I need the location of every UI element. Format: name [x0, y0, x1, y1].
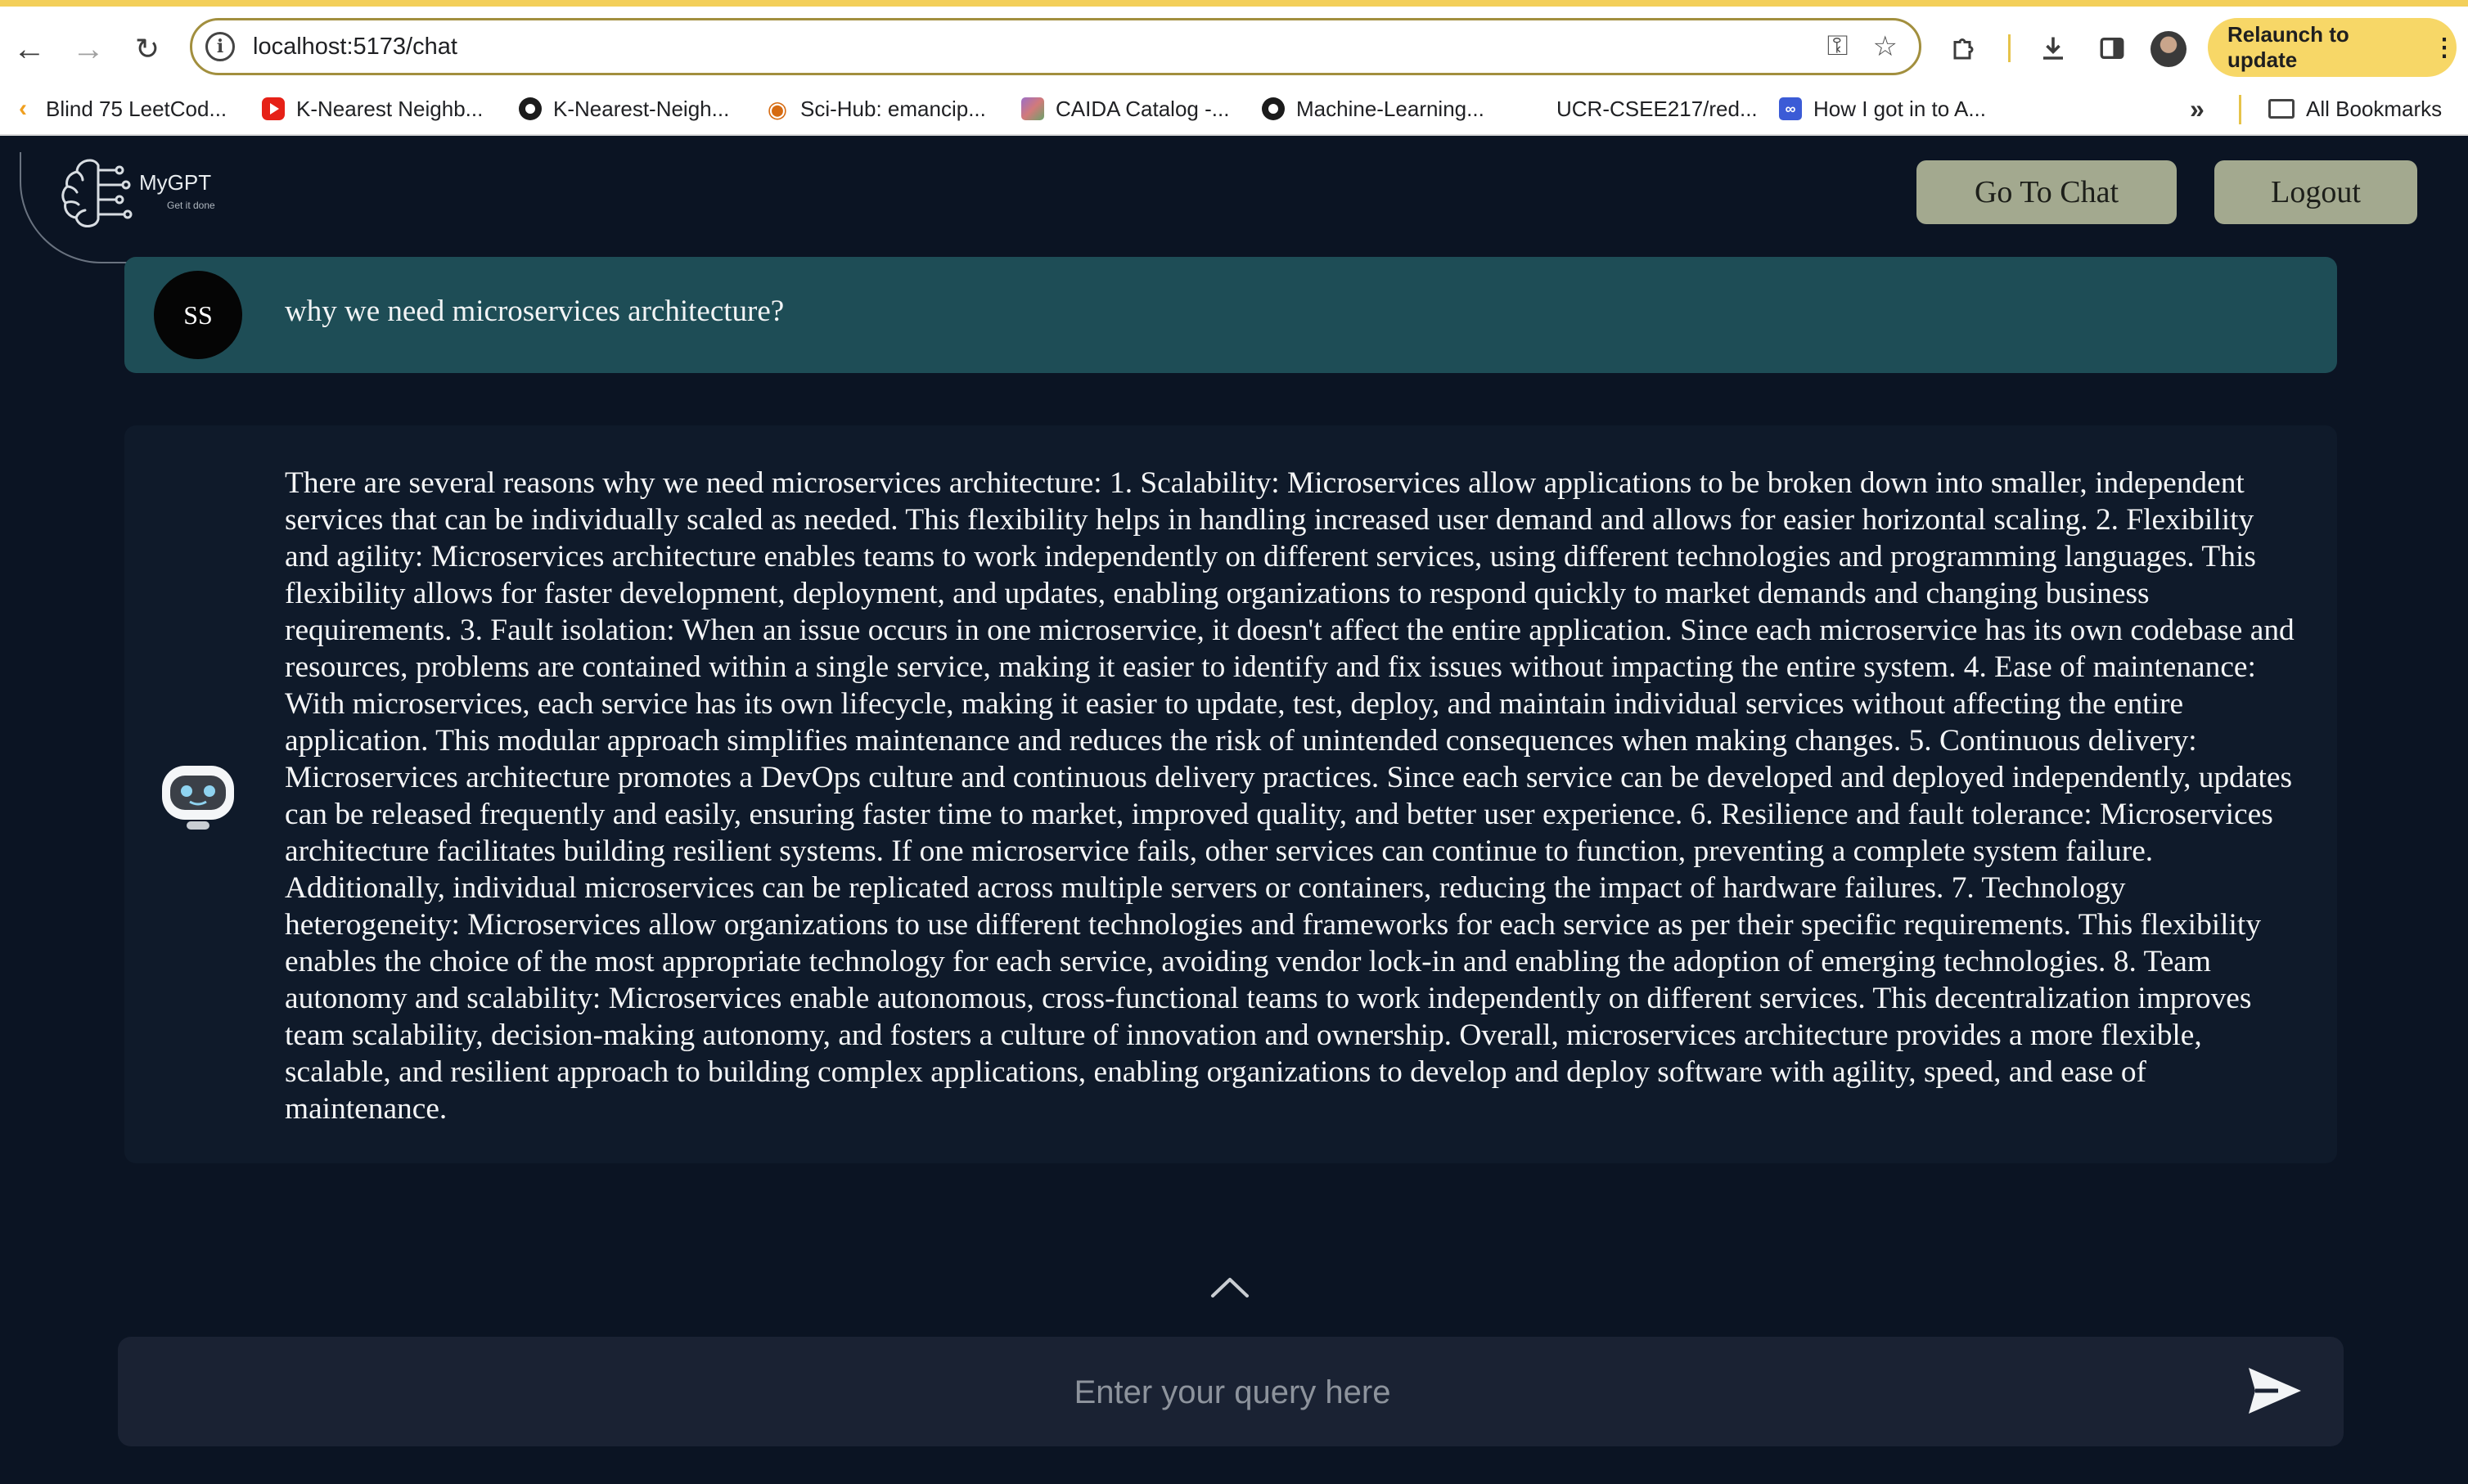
infinity-icon: ∞: [1779, 97, 1802, 120]
bookmark-label: Blind 75 LeetCod...: [46, 96, 227, 121]
query-composer: [118, 1337, 2347, 1448]
profile-avatar[interactable]: [2150, 31, 2187, 67]
menu-dots-icon: ⋮: [2432, 34, 2457, 61]
bookmark-label: Machine-Learning...: [1296, 96, 1484, 121]
logo-title: MyGPT: [139, 170, 212, 195]
bookmark-label: Sci-Hub: emancip...: [800, 96, 986, 121]
logo-subtitle: Get it done: [167, 200, 215, 211]
site-info-icon[interactable]: i: [205, 32, 235, 61]
brain-logo-icon[interactable]: [57, 154, 139, 232]
bookmarks-divider: [2239, 95, 2241, 124]
bookmark-item[interactable]: K-Nearest Neighb...: [262, 90, 483, 128]
bookmark-item[interactable]: Machine-Learning...: [1262, 90, 1484, 128]
bookmark-item[interactable]: UCR-CSEE217/red...: [1556, 90, 1758, 128]
bookmark-label: CAIDA Catalog -...: [1056, 96, 1230, 121]
reload-icon[interactable]: ↻: [121, 23, 173, 75]
caida-icon: [1021, 97, 1044, 120]
back-icon[interactable]: ←: [3, 23, 56, 75]
user-message-card: SS why we need microservices architectur…: [124, 257, 2337, 373]
bookmark-item[interactable]: ‹ Blind 75 LeetCod...: [11, 90, 227, 128]
download-icon[interactable]: [2029, 25, 2077, 72]
bookmark-item[interactable]: CAIDA Catalog -...: [1021, 90, 1229, 128]
bookmark-star-icon[interactable]: ☆: [1873, 30, 1898, 63]
user-avatar: SS: [154, 271, 242, 359]
bookmark-item[interactable]: ∞ How I got in to A...: [1779, 90, 1986, 128]
relaunch-label: Relaunch to update: [2227, 22, 2349, 72]
forward-icon[interactable]: →: [62, 23, 115, 75]
leetcode-icon: ‹: [19, 95, 27, 122]
side-panel-icon[interactable]: [2088, 25, 2136, 72]
bookmark-item[interactable]: ◉ Sci-Hub: emancip...: [766, 90, 986, 128]
address-bar[interactable]: i localhost:5173/chat ⚿ ☆: [190, 18, 1921, 75]
bot-message-card: There are several reasons why we need mi…: [124, 425, 2337, 1163]
url-text[interactable]: localhost:5173/chat: [253, 34, 457, 61]
user-message-text: why we need microservices architecture?: [285, 295, 785, 328]
github-icon: [1262, 97, 1285, 120]
bookmark-label: K-Nearest-Neigh...: [553, 96, 730, 121]
github-icon: [519, 97, 542, 120]
bookmarks-bar: ‹ Blind 75 LeetCod... K-Nearest Neighb..…: [0, 83, 2468, 136]
youtube-icon: [262, 97, 285, 120]
all-bookmarks-label: All Bookmarks: [2306, 96, 2443, 121]
logout-button[interactable]: Logout: [2214, 160, 2417, 224]
browser-toolbar: ← → ↻ i localhost:5173/chat ⚿ ☆ Relaunch…: [0, 0, 2468, 83]
bookmark-item[interactable]: K-Nearest-Neigh...: [519, 90, 729, 128]
robot-avatar-icon: [162, 766, 234, 830]
chevron-up-icon[interactable]: [1209, 1275, 1250, 1299]
scihub-icon: ◉: [767, 96, 788, 122]
password-key-icon[interactable]: ⚿: [1827, 30, 1849, 63]
bookmark-label: UCR-CSEE217/red...: [1556, 96, 1758, 121]
all-bookmarks-button[interactable]: All Bookmarks: [2268, 90, 2442, 128]
relaunch-button[interactable]: Relaunch to update ⋮: [2208, 18, 2457, 77]
extensions-icon[interactable]: [1941, 25, 1988, 72]
bot-message-text: There are several reasons why we need mi…: [285, 466, 2295, 1126]
send-icon[interactable]: [2245, 1363, 2304, 1419]
bookmark-label: K-Nearest Neighb...: [296, 96, 484, 121]
folder-icon: [2268, 99, 2295, 119]
more-bookmarks-icon[interactable]: »: [2190, 90, 2205, 128]
go-to-chat-button[interactable]: Go To Chat: [1916, 160, 2177, 224]
query-input[interactable]: [118, 1337, 2347, 1448]
bookmark-label: How I got in to A...: [1813, 96, 1986, 121]
toolbar-divider: [2008, 34, 2011, 62]
